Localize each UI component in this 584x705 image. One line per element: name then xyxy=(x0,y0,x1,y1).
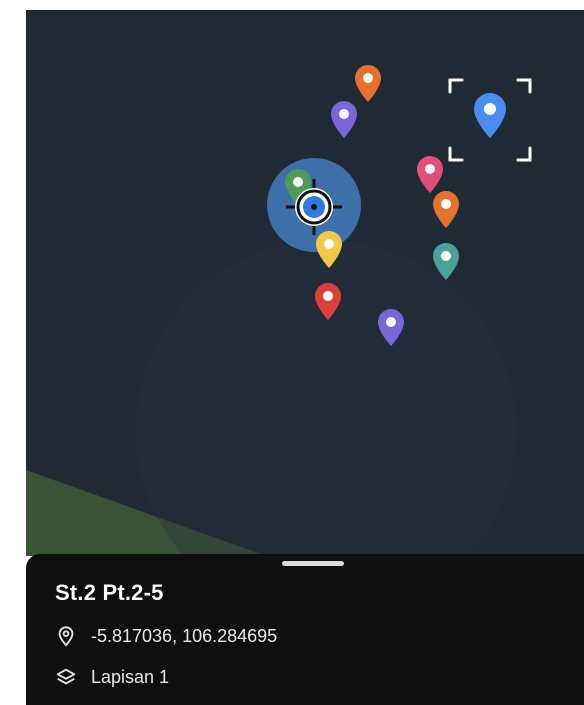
drag-handle[interactable] xyxy=(282,561,344,566)
map-marker[interactable] xyxy=(431,242,461,282)
point-title: St.2 Pt.2-5 xyxy=(55,580,164,605)
location-pin-icon xyxy=(58,626,74,647)
map-view[interactable] xyxy=(26,10,584,556)
layer-row: Lapisan 1 xyxy=(55,666,169,688)
map-marker[interactable] xyxy=(353,64,383,104)
map-marker[interactable] xyxy=(376,308,406,348)
bottom-sheet[interactable]: St.2 Pt.2-5 -5.817036, 106.284695 Lapisa… xyxy=(26,554,584,705)
map-marker[interactable] xyxy=(329,100,359,140)
map-marker[interactable] xyxy=(415,155,445,195)
coordinates-text: -5.817036, 106.284695 xyxy=(91,625,278,646)
coordinates-row: -5.817036, 106.284695 xyxy=(55,625,277,647)
selected-map-marker[interactable] xyxy=(472,92,508,140)
layers-icon xyxy=(56,668,76,685)
crosshair-location-icon[interactable] xyxy=(284,177,344,237)
map-marker[interactable] xyxy=(431,190,461,230)
layer-text: Lapisan 1 xyxy=(91,666,170,687)
map-marker[interactable] xyxy=(313,282,343,322)
